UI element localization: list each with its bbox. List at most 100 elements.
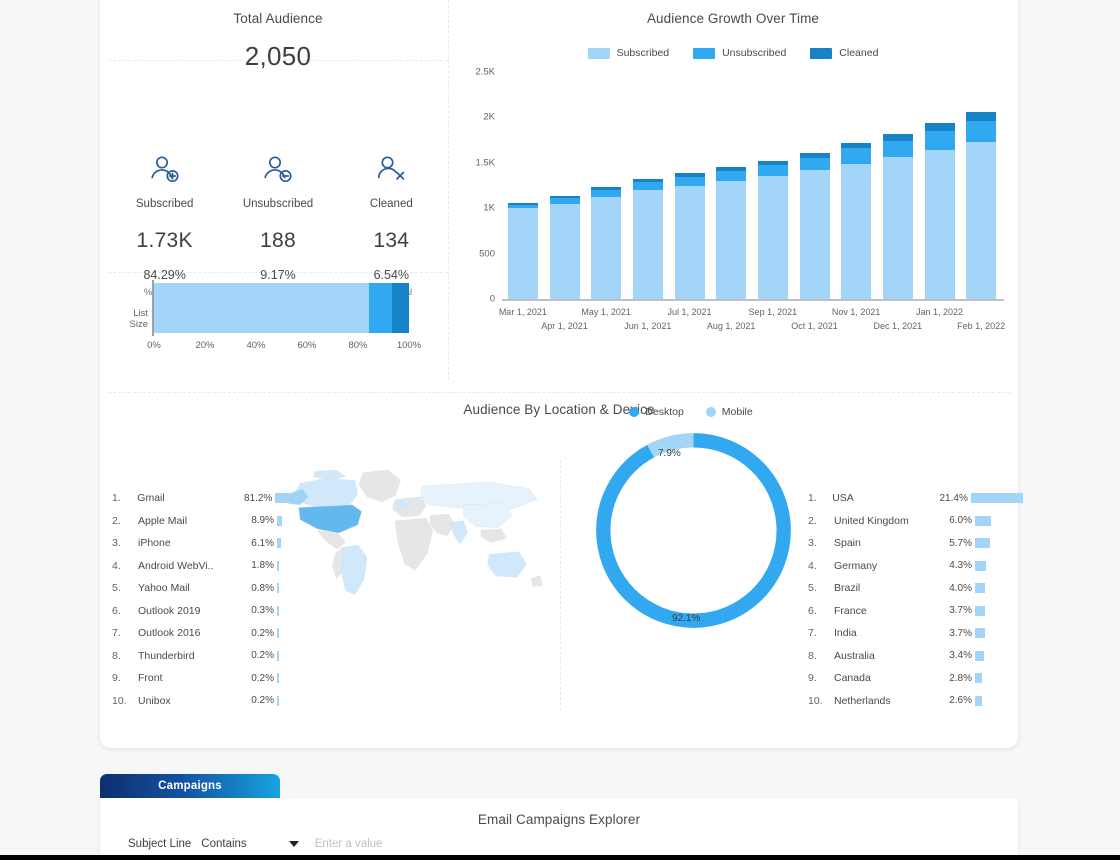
list-item[interactable]: 5. Brazil 4.0% (808, 577, 1023, 600)
bar-group (502, 72, 1002, 299)
list-item-name: France (834, 604, 867, 617)
bar-segment-unsubscribed[interactable] (674, 176, 705, 186)
bar-slot (502, 72, 544, 299)
bar-segment-subscribed[interactable] (716, 180, 747, 299)
bar-segment-subscribed[interactable] (757, 175, 788, 299)
list-size-segment-subscribed[interactable] (154, 283, 369, 333)
bar-segment-unsubscribed[interactable] (757, 164, 788, 176)
filter-operator-select[interactable]: Contains (201, 838, 246, 850)
list-item-name: Australia (834, 649, 875, 662)
filter-value-input[interactable]: Enter a value (315, 838, 383, 850)
list-item-value: 2.8% (949, 672, 972, 684)
bar-segment-cleaned[interactable] (924, 123, 955, 131)
bar-segment-unsubscribed[interactable] (591, 189, 622, 198)
list-item[interactable]: 9. Front 0.2% (112, 667, 322, 690)
list-size-segment-cleaned[interactable] (392, 283, 409, 333)
tab-campaigns[interactable]: Campaigns (100, 774, 280, 798)
device-legend-item-mobile[interactable]: Mobile (705, 406, 753, 418)
bar-segment-unsubscribed[interactable] (924, 130, 955, 151)
bar-segment-unsubscribed[interactable] (632, 182, 663, 191)
legend-label: Unsubscribed (722, 47, 787, 59)
total-audience-panel: Total Audience 2,050 Subscribed 1.73K 84… (108, 0, 448, 325)
bar-slot (835, 72, 877, 299)
donut-ring[interactable] (591, 428, 796, 633)
total-audience-title: Total Audience (233, 11, 323, 26)
list-item[interactable]: 8. Australia 3.4% (808, 645, 1023, 668)
filter-field-label: Subject Line (128, 838, 192, 850)
list-item-value: 0.2% (251, 627, 274, 639)
list-item-rank: 1. (808, 492, 817, 505)
bar-segment-subscribed[interactable] (674, 185, 705, 299)
stacked-bar[interactable] (757, 160, 788, 299)
list-item-rank: 6. (808, 604, 817, 617)
list-item-value: 6.1% (251, 537, 274, 549)
list-item-name: Outlook 2016 (138, 627, 201, 640)
bar-segment-subscribed[interactable] (549, 204, 580, 299)
stacked-bar[interactable] (507, 203, 538, 299)
list-item[interactable]: 2. United Kingdom 6.0% (808, 510, 1023, 533)
x-axis-tick: Dec 1, 2021 (873, 321, 923, 331)
x-axis-tick: Nov 1, 2021 (831, 307, 881, 317)
list-item-name: Gmail (137, 492, 165, 505)
kpi-metric-subscribed[interactable]: Subscribed 1.73K 84.29% % of Total (108, 148, 221, 298)
list-item-name: Apple Mail (138, 514, 188, 527)
stacked-bar[interactable] (924, 123, 955, 299)
user-remove-icon (221, 148, 334, 194)
legend-item-cleaned[interactable]: Cleaned (810, 47, 878, 59)
stacked-bar[interactable] (966, 112, 997, 299)
bar-segment-subscribed[interactable] (507, 208, 538, 299)
bar-segment-subscribed[interactable] (966, 141, 997, 299)
device-legend-item-desktop[interactable]: Desktop (629, 406, 684, 418)
kpi-metric-unsubscribed[interactable]: Unsubscribed 188 9.17% % of Total (221, 148, 334, 298)
list-item-rank: 4. (808, 559, 817, 572)
bar-segment-unsubscribed[interactable] (882, 140, 913, 158)
list-item[interactable]: 6. France 3.7% (808, 600, 1023, 623)
list-item[interactable]: 9. Canada 2.8% (808, 667, 1023, 690)
list-item[interactable]: 1. USA 21.4% (808, 487, 1023, 510)
bar-segment-subscribed[interactable] (841, 163, 872, 299)
list-item[interactable]: 10. Unibox 0.2% (112, 690, 322, 713)
stacked-bar[interactable] (632, 179, 663, 299)
bar-segment-subscribed[interactable] (882, 157, 913, 299)
stacked-bar[interactable] (591, 187, 622, 299)
bar-segment-subscribed[interactable] (632, 190, 663, 299)
stacked-bar[interactable] (841, 143, 872, 299)
list-size-tick: 20% (195, 340, 215, 351)
list-size-segment-unsubscribed[interactable] (368, 283, 393, 333)
bar-segment-subscribed[interactable] (591, 197, 622, 299)
legend-item-subscribed[interactable]: Subscribed (587, 47, 669, 59)
bar-segment-unsubscribed[interactable] (716, 170, 747, 181)
list-item[interactable]: 3. Spain 5.7% (808, 532, 1023, 555)
chevron-down-icon[interactable] (288, 841, 299, 847)
stacked-bar[interactable] (882, 134, 913, 299)
list-item-name: Unibox (138, 694, 171, 707)
stacked-bar[interactable] (674, 173, 705, 299)
list-item[interactable]: 4. Germany 4.3% (808, 555, 1023, 578)
stacked-bar[interactable] (799, 153, 830, 299)
kpi-metric-cleaned[interactable]: Cleaned 134 6.54% % of Total (335, 148, 448, 298)
bar-segment-unsubscribed[interactable] (966, 120, 997, 142)
bar-segment-unsubscribed[interactable] (799, 157, 830, 171)
world-map-choropleth[interactable] (287, 422, 556, 652)
bar-slot (544, 72, 586, 299)
bar-segment-cleaned[interactable] (966, 112, 997, 121)
stacked-bar[interactable] (549, 195, 580, 299)
bar-slot (752, 72, 794, 299)
kpi-label: Cleaned (369, 198, 413, 210)
list-item-rank: 10. (808, 694, 823, 707)
legend-item-unsubscribed[interactable]: Unsubscribed (693, 47, 786, 59)
list-size-tick: 40% (246, 340, 266, 351)
location-device-title: Audience By Location & Device (463, 402, 655, 417)
bar-segment-subscribed[interactable] (924, 150, 955, 299)
list-item[interactable]: 10. Netherlands 2.6% (808, 690, 1023, 713)
audience-growth-legend[interactable]: Subscribed Unsubscribed Cleaned (456, 47, 1010, 59)
legend-label: Cleaned (839, 47, 879, 59)
list-item[interactable]: 7. India 3.7% (808, 622, 1023, 645)
bar-segment-unsubscribed[interactable] (841, 148, 872, 164)
stacked-bar[interactable] (716, 166, 747, 299)
list-size-bar[interactable] (154, 283, 409, 333)
list-item-name: Netherlands (834, 694, 891, 707)
device-legend[interactable]: Desktop Mobile (576, 406, 806, 418)
bar-segment-subscribed[interactable] (799, 170, 830, 299)
audience-growth-chart: Audience Growth Over Time Subscribed Unsu… (456, 0, 1010, 380)
